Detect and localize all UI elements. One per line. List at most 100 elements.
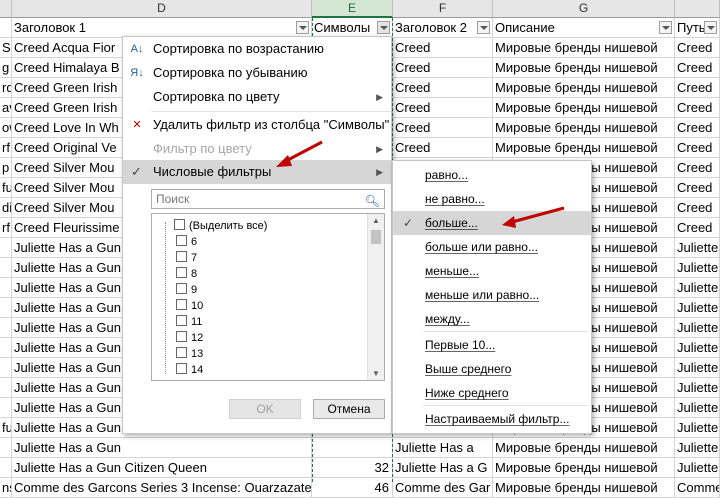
cell[interactable]: Comme des Garcons Series 3 Incense: Ouar… bbox=[12, 478, 312, 498]
cell[interactable] bbox=[0, 378, 12, 398]
filter-dropdown-icon[interactable] bbox=[296, 21, 309, 34]
cell[interactable] bbox=[0, 318, 12, 338]
header-cell[interactable]: Символы bbox=[312, 18, 393, 38]
cell[interactable]: rf bbox=[0, 218, 12, 238]
checklist-item[interactable]: 9 bbox=[176, 282, 197, 298]
cell[interactable]: Juliette bbox=[675, 458, 720, 478]
cell[interactable]: Мировые бренды нишевой bbox=[493, 98, 675, 118]
list-scrollbar[interactable]: ▲ ▼ bbox=[367, 214, 384, 380]
checklist-item[interactable]: 12 bbox=[176, 330, 203, 346]
cell[interactable]: Creed bbox=[393, 78, 493, 98]
scroll-thumb[interactable] bbox=[371, 230, 381, 244]
cell[interactable]: Creed bbox=[675, 38, 720, 58]
checkbox[interactable] bbox=[176, 363, 187, 374]
column-header-edge-0[interactable] bbox=[0, 0, 12, 18]
checklist-item[interactable]: 14 bbox=[176, 362, 203, 378]
cell[interactable] bbox=[312, 438, 393, 458]
header-cell[interactable]: Заголовок 2 bbox=[393, 18, 493, 38]
cancel-button[interactable]: Отмена bbox=[313, 399, 385, 419]
clear-filter-item[interactable]: ✕ Удалить фильтр из столбца "Символы" bbox=[123, 113, 391, 137]
cell[interactable]: Мировые бренды нишевой bbox=[493, 38, 675, 58]
checkbox[interactable] bbox=[176, 283, 187, 294]
cell[interactable]: Мировые бренды нишевой bbox=[493, 118, 675, 138]
checkbox[interactable] bbox=[176, 251, 187, 262]
submenu-item[interactable]: равно... bbox=[393, 163, 591, 187]
filter-dropdown-icon[interactable] bbox=[704, 21, 717, 34]
submenu-item[interactable]: между... bbox=[393, 307, 591, 331]
cell[interactable]: Comme des Gar bbox=[393, 478, 493, 498]
cell[interactable]: Juliette bbox=[675, 378, 720, 398]
header-cell[interactable]: Путь 1 bbox=[675, 18, 720, 38]
cell[interactable] bbox=[0, 358, 12, 378]
column-header-edge-5[interactable] bbox=[675, 0, 720, 18]
cell[interactable] bbox=[0, 438, 12, 458]
checkbox[interactable] bbox=[176, 331, 187, 342]
cell[interactable]: ow bbox=[0, 118, 12, 138]
cell[interactable]: Creed bbox=[675, 118, 720, 138]
header-cell[interactable] bbox=[0, 18, 12, 38]
cell[interactable]: p bbox=[0, 158, 12, 178]
checklist-item[interactable]: (Выделить все) bbox=[174, 218, 267, 234]
search-input[interactable]: Поиск 🔍︎ bbox=[151, 189, 385, 209]
cell[interactable]: Juliette Has a Gun Citizen Queen bbox=[12, 458, 312, 478]
cell[interactable]: Creed bbox=[393, 118, 493, 138]
submenu-item[interactable]: Выше среднего bbox=[393, 357, 591, 381]
cell[interactable]: Creed bbox=[675, 98, 720, 118]
cell[interactable] bbox=[0, 298, 12, 318]
filter-dropdown-icon[interactable] bbox=[477, 21, 490, 34]
cell[interactable]: Creed bbox=[393, 58, 493, 78]
cell[interactable]: av bbox=[0, 98, 12, 118]
checkbox[interactable] bbox=[176, 299, 187, 310]
cell[interactable] bbox=[0, 258, 12, 278]
scroll-up-icon[interactable]: ▲ bbox=[372, 216, 380, 225]
checkbox[interactable] bbox=[176, 267, 187, 278]
cell[interactable]: Juliette bbox=[675, 298, 720, 318]
cell[interactable]: rf bbox=[0, 138, 12, 158]
cell[interactable] bbox=[0, 238, 12, 258]
cell[interactable]: g bbox=[0, 58, 12, 78]
sort-ascending-item[interactable]: A↓ Сортировка по возрастанию bbox=[123, 37, 391, 61]
cell[interactable]: Creed bbox=[675, 138, 720, 158]
checklist-item[interactable]: 6 bbox=[176, 234, 197, 250]
column-header-D[interactable]: D bbox=[12, 0, 312, 18]
submenu-item[interactable]: Настраиваемый фильтр... bbox=[393, 407, 591, 431]
cell[interactable]: Juliette bbox=[675, 318, 720, 338]
checklist-item[interactable]: 10 bbox=[176, 298, 203, 314]
cell[interactable]: rd bbox=[0, 78, 12, 98]
cell[interactable]: Juliette bbox=[675, 418, 720, 438]
cell[interactable]: Juliette bbox=[675, 338, 720, 358]
cell[interactable]: Juliette bbox=[675, 398, 720, 418]
cell[interactable] bbox=[0, 458, 12, 478]
cell[interactable]: Creed bbox=[393, 98, 493, 118]
cell[interactable]: Мировые бренды нишевой bbox=[493, 78, 675, 98]
cell[interactable]: Creed bbox=[675, 218, 720, 238]
cell[interactable]: Creed bbox=[675, 178, 720, 198]
checklist-item[interactable]: 11 bbox=[176, 314, 202, 330]
cell[interactable] bbox=[0, 278, 12, 298]
column-header-F[interactable]: F bbox=[393, 0, 493, 18]
checkbox[interactable] bbox=[176, 235, 187, 246]
sort-descending-item[interactable]: Я↓ Сортировка по убыванию bbox=[123, 61, 391, 85]
checkbox[interactable] bbox=[176, 347, 187, 358]
submenu-item[interactable]: не равно... bbox=[393, 187, 591, 211]
cell[interactable]: Мировые бренды нишевой bbox=[493, 478, 675, 498]
cell[interactable]: Мировые бренды нишевой bbox=[493, 458, 675, 478]
sort-by-color-item[interactable]: Сортировка по цвету ▶ bbox=[123, 85, 391, 109]
submenu-item[interactable]: меньше или равно... bbox=[393, 283, 591, 307]
cell[interactable]: Creed bbox=[675, 78, 720, 98]
cell[interactable]: Comme bbox=[675, 478, 720, 498]
cell[interactable]: Juliette bbox=[675, 358, 720, 378]
cell[interactable]: Мировые бренды нишевой bbox=[493, 58, 675, 78]
filter-active-icon[interactable] bbox=[377, 21, 390, 34]
cell[interactable]: di bbox=[0, 198, 12, 218]
cell[interactable]: fu bbox=[0, 178, 12, 198]
cell[interactable]: Мировые бренды нишевой bbox=[493, 438, 675, 458]
number-filters-item[interactable]: ✓ Числовые фильтры ▶ bbox=[123, 160, 391, 184]
checklist-item[interactable]: 13 bbox=[176, 346, 203, 362]
cell[interactable]: Sh bbox=[0, 38, 12, 58]
cell[interactable]: Juliette bbox=[675, 438, 720, 458]
checklist-item[interactable]: 8 bbox=[176, 266, 197, 282]
column-header-E[interactable]: E bbox=[312, 0, 393, 18]
header-cell[interactable]: Заголовок 1 bbox=[12, 18, 312, 38]
cell[interactable]: Juliette Has a G bbox=[393, 458, 493, 478]
